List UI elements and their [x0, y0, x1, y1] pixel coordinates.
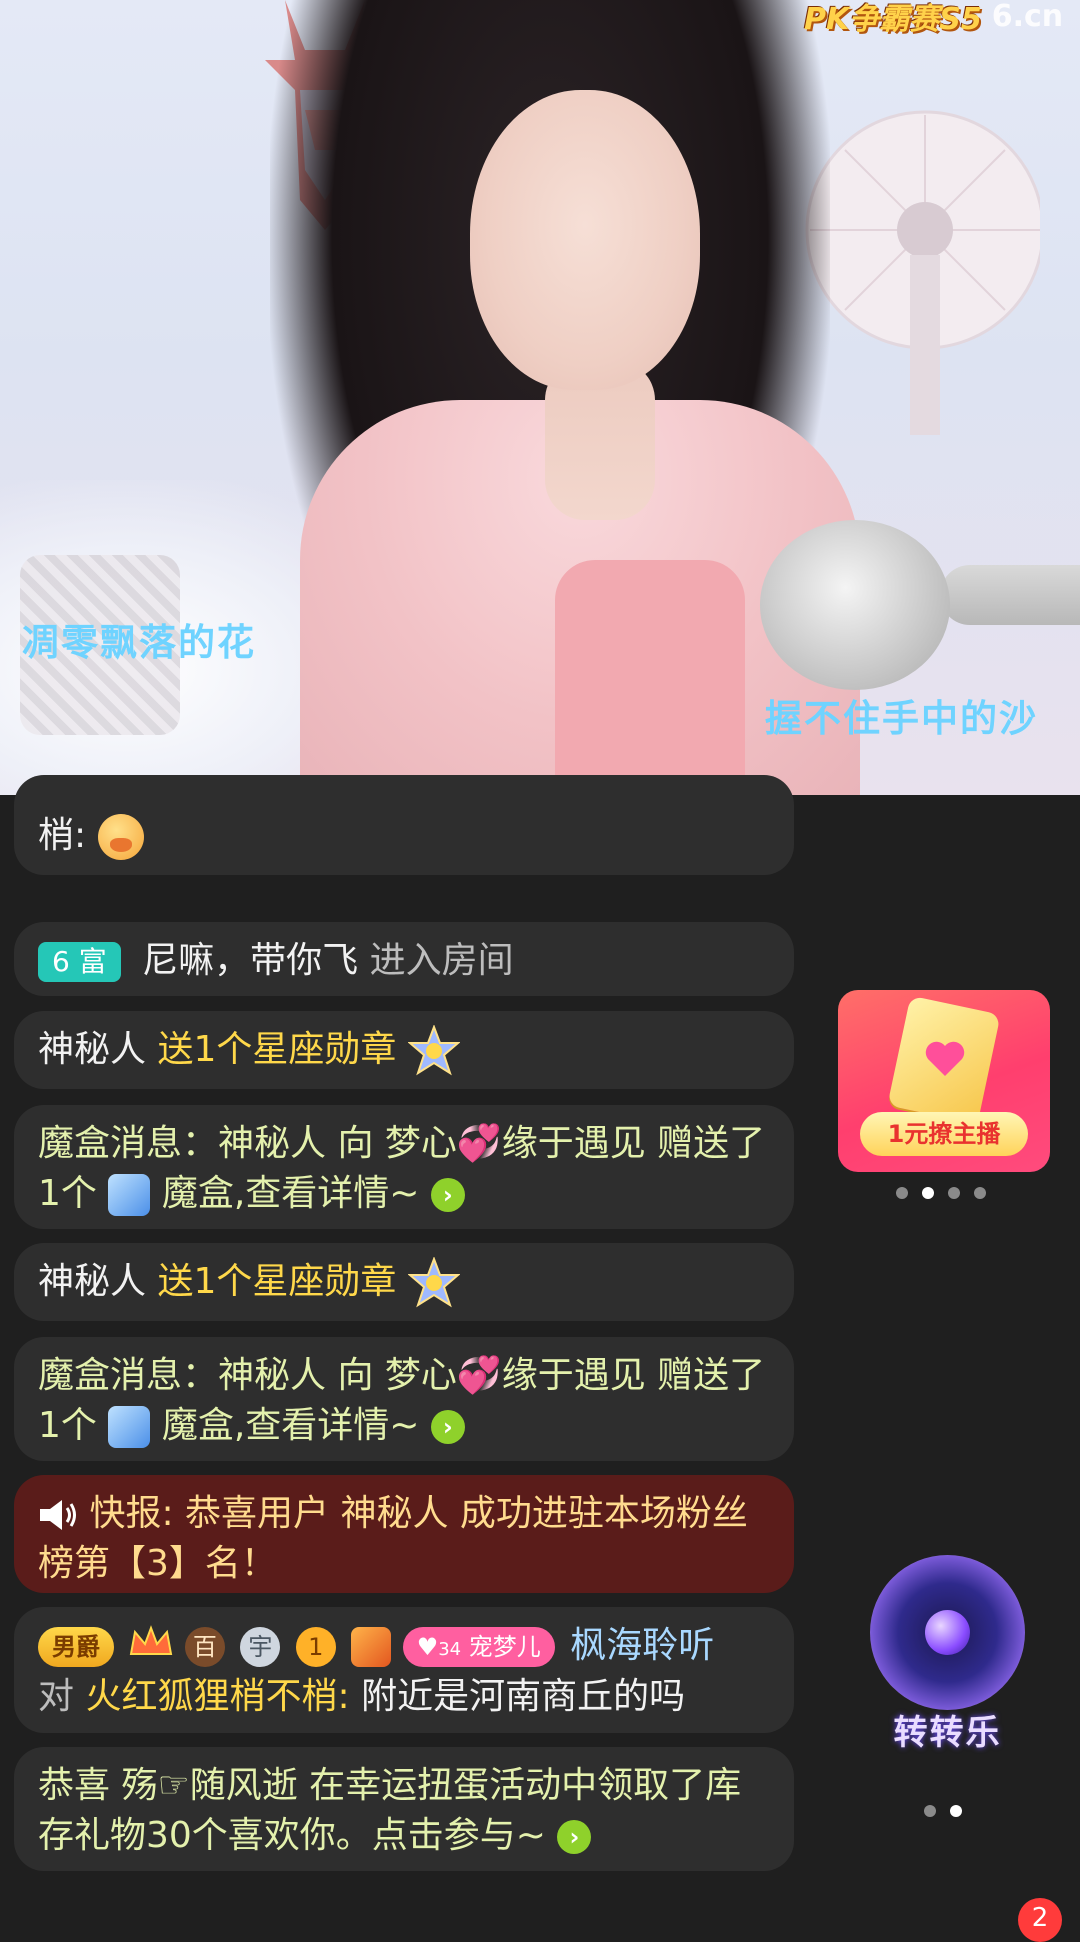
wealth-level-badge: 6 富 — [38, 942, 121, 982]
chat-text: 梢: — [38, 815, 87, 856]
star-medal-icon — [407, 1257, 460, 1308]
to-word: 对 — [38, 1676, 75, 1717]
chat-message: 梢: — [14, 775, 794, 875]
chat-message: 6 富 尼嘛，带你飞 进入房间 — [14, 922, 794, 996]
magic-box-icon — [108, 1174, 151, 1216]
heart-emoji: 💞 — [456, 1355, 502, 1396]
live-video[interactable]: 凋零飘落的花 握不住手中的沙 PK争霸赛S5 6.cn — [0, 0, 1080, 795]
pet-name: 宠梦儿 — [468, 1633, 541, 1661]
guard-level-badge: 宇 — [240, 1627, 281, 1667]
mic-arm — [940, 565, 1080, 625]
magic-box-text-c[interactable]: 魔盒,查看详情~ — [162, 1173, 420, 1214]
chat-username[interactable]: 神秘人 — [38, 1029, 146, 1070]
promo-pager — [896, 1187, 986, 1199]
hand-over-mouth-emoji — [97, 814, 144, 860]
microphone — [760, 520, 950, 690]
pager-dot — [948, 1187, 960, 1199]
lyric-right: 握不住手中的沙 — [765, 697, 1038, 740]
site-logo: 6.cn — [991, 0, 1064, 34]
chat-message: 神秘人 送1个星座勋章 — [14, 1011, 794, 1089]
wheel-orb-icon — [925, 1610, 970, 1655]
go-arrow-icon[interactable]: › — [557, 1820, 592, 1854]
chat-message: 神秘人 送1个星座勋章 — [14, 1243, 794, 1321]
star-medal-icon — [407, 1025, 460, 1076]
pk-event-logo: PK争霸赛S5 — [804, 2, 982, 37]
noble-badge: 男爵 — [38, 1627, 114, 1667]
go-arrow-icon[interactable]: › — [430, 1410, 465, 1444]
chat-message: 恭喜 殇☞随风逝 在幸运扭蛋活动中领取了库存礼物30个喜欢你。点击参与~ › — [14, 1747, 794, 1871]
pager-dot-active — [922, 1187, 934, 1199]
lucky-gacha-text[interactable]: 恭喜 殇☞随风逝 在幸运扭蛋活动中领取了库存礼物30个喜欢你。点击参与~ — [38, 1765, 741, 1856]
wheel-label: 转转乐 — [893, 1713, 1002, 1753]
broadcast-text: 快报: 恭喜用户 神秘人 成功进驻本场粉丝榜第【3】名！ — [38, 1493, 748, 1584]
chat-action: 进入房间 — [369, 940, 514, 981]
lucky-wheel-widget[interactable]: 转转乐 — [860, 1555, 1035, 1755]
chat-username[interactable]: 尼嘛，带你飞 — [142, 940, 358, 981]
chat-message: 魔盒消息：神秘人 向 梦心💞缘于遇见 赠送了1个 魔盒,查看详情~ › — [14, 1337, 794, 1461]
pet-badge: ♥34 宠梦儿 — [402, 1627, 555, 1667]
magic-box-text-c[interactable]: 魔盒,查看详情~ — [162, 1405, 420, 1446]
go-arrow-icon[interactable]: › — [430, 1178, 465, 1212]
streamer-shirt — [555, 560, 745, 795]
crown-icon — [129, 1622, 173, 1672]
magic-box-icon — [108, 1406, 151, 1448]
promo-banner[interactable]: 1元撩主播 — [838, 990, 1050, 1172]
pager-dot — [974, 1187, 986, 1199]
broadcast-message: 快报: 恭喜用户 神秘人 成功进驻本场粉丝榜第【3】名！ — [14, 1475, 794, 1593]
wheel-pager — [924, 1805, 962, 1817]
chat-gift-text: 送1个星座勋章 — [157, 1261, 397, 1302]
chat-username[interactable]: 枫海聆听 — [570, 1625, 714, 1666]
chat-message: 男爵 百 宇 1 ♥34 宠梦儿 枫海聆听 对 火红狐狸梢不梢: 附近是河南商丘… — [14, 1607, 794, 1733]
pager-dot — [896, 1187, 908, 1199]
promo-label: 1元撩主播 — [860, 1112, 1028, 1156]
notification-badge[interactable]: 2 — [1018, 1898, 1062, 1942]
heart-emoji: 💞 — [456, 1123, 502, 1164]
chat-username[interactable]: 神秘人 — [38, 1261, 146, 1302]
rank-star-badge: 1 — [295, 1627, 336, 1667]
pager-dot — [924, 1805, 936, 1817]
heart-icon — [925, 1041, 965, 1076]
magic-box-text-a: 魔盒消息：神秘人 向 梦心 — [38, 1355, 457, 1396]
hundred-badge: 百 — [184, 1627, 225, 1667]
chat-message: 魔盒消息：神秘人 向 梦心💞缘于遇见 赠送了1个 魔盒,查看详情~ › — [14, 1105, 794, 1229]
target-username[interactable]: 火红狐狸梢不梢: — [85, 1676, 349, 1717]
magic-box-text-a: 魔盒消息：神秘人 向 梦心 — [38, 1123, 457, 1164]
brand-overlay: PK争霸赛S5 6.cn — [804, 0, 1064, 37]
chat-text: 附近是河南商丘的吗 — [361, 1676, 686, 1717]
chat-gift-text: 送1个星座勋章 — [157, 1029, 397, 1070]
speaker-icon — [40, 1500, 76, 1530]
streamer-face — [470, 90, 700, 390]
pager-dot-active — [950, 1805, 962, 1817]
lyric-left: 凋零飘落的花 — [22, 621, 256, 664]
pet-level: 34 — [438, 1639, 462, 1660]
gift-box-icon — [351, 1627, 392, 1667]
